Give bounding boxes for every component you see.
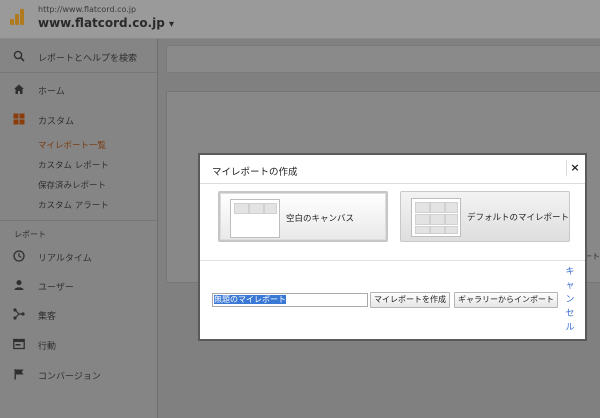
sidebar-item-home[interactable]: ホーム [0, 80, 157, 100]
default-my-report-label: デフォルトのマイレポート [467, 213, 570, 223]
blank-canvas-option[interactable]: 空白のキャンバス [218, 191, 388, 242]
behavior-label: 行動 [38, 342, 57, 352]
default-my-report-option[interactable]: デフォルトのマイレポート [400, 191, 570, 242]
sidebar-item-users[interactable]: ユーザー [0, 276, 157, 296]
sidebar-item-conversions[interactable]: コンバージョン [0, 365, 157, 385]
acquisition-icon [12, 308, 26, 322]
sidebar-sub-custom-alerts[interactable]: カスタム アラート [38, 199, 109, 211]
close-icon[interactable]: × [566, 160, 583, 176]
search-label: レポートとヘルプを検索 [38, 54, 138, 64]
content-toolbar [166, 45, 600, 73]
property-selector[interactable]: www.flatcord.co.jp ▾ [38, 16, 174, 30]
sidebar-item-realtime[interactable]: リアルタイム [0, 247, 157, 267]
custom-label: カスタム [38, 117, 75, 127]
users-label: ユーザー [38, 283, 74, 293]
user-icon [12, 279, 26, 293]
cancel-link[interactable]: キャンセル [565, 265, 575, 335]
report-name-value: 無題のマイレポート [214, 295, 286, 304]
realtime-label: リアルタイム [38, 254, 92, 264]
site-name-label: www.flatcord.co.jp [38, 16, 165, 30]
analytics-logo-icon [10, 9, 24, 25]
sidebar-sub-saved-reports[interactable]: 保存済みレポート [38, 179, 106, 191]
behavior-icon [12, 338, 26, 352]
home-label: ホーム [38, 87, 65, 97]
create-my-report-button[interactable]: マイレポートを作成 [370, 292, 450, 308]
top-bar: http://www.flatcord.co.jp www.flatcord.c… [0, 0, 600, 39]
dialog-title: マイレポートの作成 [212, 167, 298, 178]
sidebar-search[interactable]: レポートとヘルプを検索 [0, 47, 157, 67]
sidebar-item-acquisition[interactable]: 集客 [0, 305, 157, 325]
blank-canvas-thumbnail-icon [230, 199, 280, 238]
acquisition-label: 集客 [38, 312, 57, 322]
conversions-label: コンバージョン [38, 372, 101, 382]
sidebar-sub-custom-reports[interactable]: カスタム レポート [38, 159, 109, 171]
sidebar-sub-my-reports[interactable]: マイレポート一覧 [38, 139, 106, 151]
search-icon [12, 50, 26, 64]
report-name-input[interactable]: 無題のマイレポート [212, 293, 368, 307]
custom-grid-icon [12, 113, 26, 127]
dialog-header: マイレポートの作成 × [200, 155, 585, 184]
default-report-thumbnail-icon [411, 198, 461, 237]
blank-canvas-label: 空白のキャンバス [286, 214, 355, 224]
create-my-report-dialog: マイレポートの作成 × 空白のキャンバス デフォルトのマイレポート 無題のマイレ… [198, 153, 587, 341]
sidebar: レポートとヘルプを検索 ホーム カスタム マイレポート一覧 カスタム レポート … [0, 39, 158, 418]
import-from-gallery-button[interactable]: ギャラリーからインポート [454, 292, 558, 308]
home-icon [12, 83, 26, 97]
dialog-divider [200, 260, 585, 261]
flag-icon [12, 368, 26, 382]
site-url: http://www.flatcord.co.jp [38, 5, 137, 14]
clock-icon [12, 250, 26, 264]
sidebar-item-custom[interactable]: カスタム [0, 110, 157, 130]
sidebar-item-behavior[interactable]: 行動 [0, 335, 157, 355]
reports-section-label: レポート [14, 230, 46, 239]
chevron-down-icon: ▾ [169, 19, 175, 30]
